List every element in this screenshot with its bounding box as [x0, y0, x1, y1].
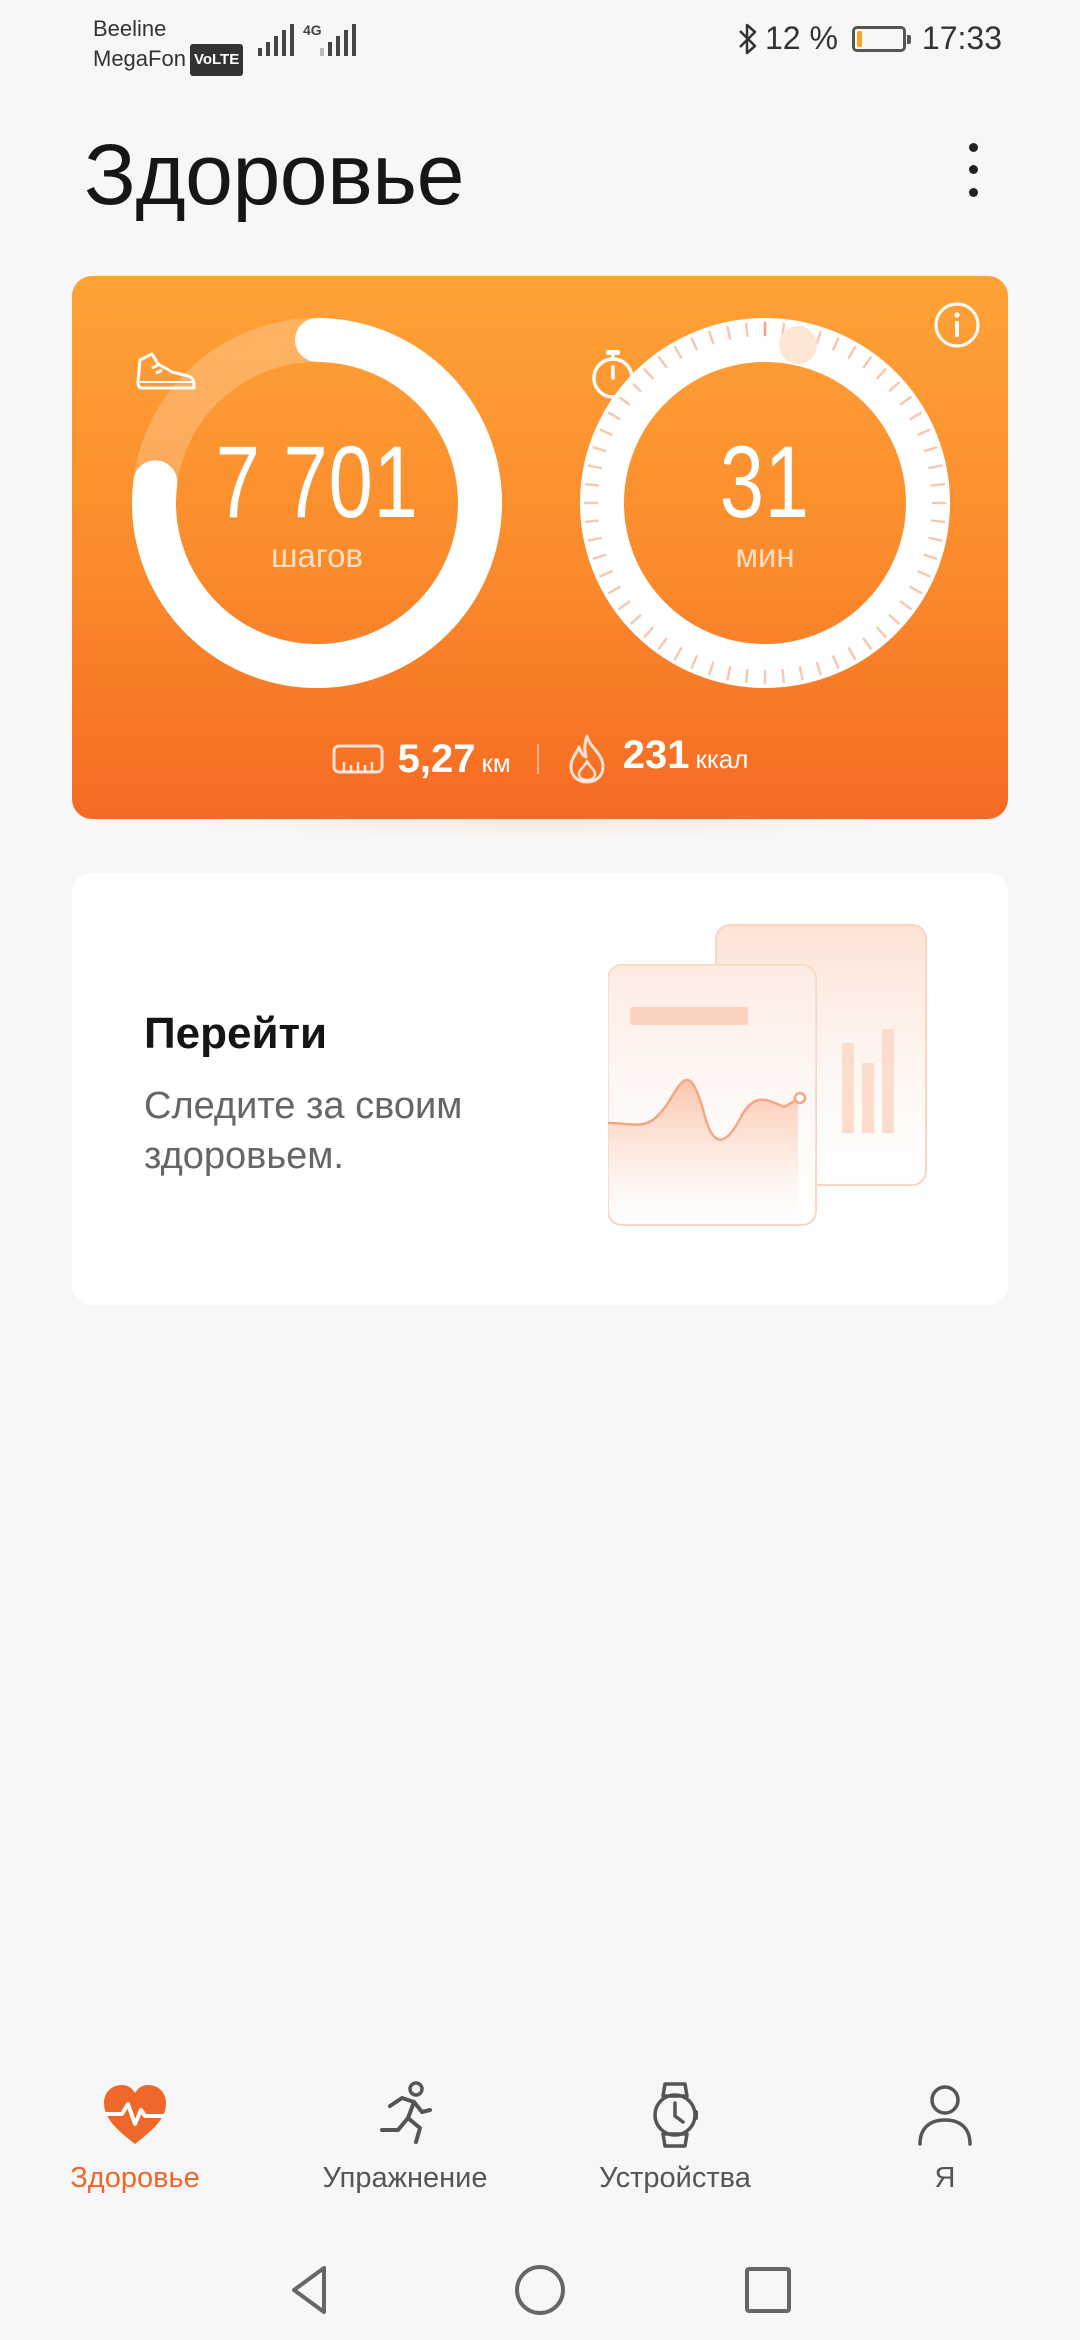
promo-description: Следите за своим здоровьем.	[144, 1085, 463, 1177]
health-app-screen: Beeline MegaFon VoLTE 4G 12 % 17:33 Здор…	[0, 0, 1080, 2340]
signal-strength-icon-2	[320, 22, 356, 56]
calories-value: 231	[622, 733, 690, 777]
nav-label-devices: Устройства	[599, 2162, 751, 2194]
distance-stat: 5,27 км	[332, 737, 511, 782]
bluetooth-icon	[739, 23, 757, 54]
clock: 17:33	[921, 20, 1002, 56]
nav-label-me: Я	[934, 2162, 956, 2194]
signal-strength-icon-1	[258, 22, 294, 56]
nav-item-devices[interactable]: Устройства	[540, 2060, 810, 2210]
page-title: Здоровье	[84, 127, 464, 223]
home-circle-icon[interactable]	[510, 2260, 570, 2320]
active-time-ring[interactable]: 31 мин	[580, 318, 950, 688]
heart-pulse-icon	[104, 2085, 166, 2144]
nav-item-me[interactable]: Я	[810, 2060, 1080, 2210]
nav-item-exercise[interactable]: Упражнение	[270, 2060, 540, 2210]
calories-stat: 231 ккал	[565, 733, 749, 785]
carrier-info: Beeline MegaFon VoLTE	[93, 14, 244, 76]
network-type-label: 4G	[303, 22, 322, 38]
active-time-unit: мин	[735, 537, 795, 574]
more-options-button[interactable]	[948, 130, 998, 210]
watch-icon	[653, 2082, 698, 2148]
promo-title: Перейти	[144, 1009, 328, 1058]
steps-ring[interactable]: 7 701 шагов	[132, 318, 502, 688]
flame-icon	[569, 734, 605, 784]
distance-value: 5,27	[397, 736, 476, 781]
more-vert-icon	[968, 142, 978, 152]
nav-item-health[interactable]: Здоровье	[0, 2060, 270, 2210]
ruler-icon	[332, 744, 384, 774]
health-chart-illustration	[608, 924, 927, 1226]
steps-value: 7 701	[215, 425, 419, 539]
health-tracking-promo-card[interactable]: Перейти Следите за своим здоровьем.	[72, 873, 1008, 1305]
stopwatch-icon	[592, 350, 634, 399]
activity-footer: 5,27 км 231 ккал	[72, 724, 1008, 794]
status-bar: Beeline MegaFon VoLTE 4G 12 % 17:33	[0, 0, 1080, 80]
active-time-value: 31	[719, 425, 811, 539]
recents-square-icon[interactable]	[738, 2260, 798, 2320]
steps-unit: шагов	[270, 537, 364, 574]
footer-divider	[536, 744, 539, 774]
carrier-2: MegaFon	[93, 46, 186, 71]
nav-label-health: Здоровье	[70, 2162, 200, 2194]
distance-unit: км	[481, 747, 511, 778]
carrier-1: Beeline	[93, 16, 167, 41]
sneaker-icon	[136, 352, 196, 390]
battery-icon	[851, 25, 911, 52]
back-triangle-icon[interactable]	[280, 2260, 340, 2320]
person-icon	[918, 2085, 972, 2146]
running-icon	[380, 2081, 432, 2144]
activity-summary-card[interactable]: 7 701 шагов 31 мин 5,27 км 231 ккал	[72, 276, 1008, 819]
bottom-navigation: Здоровье Упражнение Устройства Я	[0, 2060, 1080, 2210]
system-navigation-bar	[0, 2240, 1080, 2330]
volte-badge: VoLTE	[189, 44, 244, 76]
nav-label-exercise: Упражнение	[322, 2162, 488, 2194]
status-right: 12 % 17:33	[737, 20, 1002, 57]
battery-percent: 12 %	[764, 20, 838, 56]
calories-unit: ккал	[695, 744, 749, 774]
